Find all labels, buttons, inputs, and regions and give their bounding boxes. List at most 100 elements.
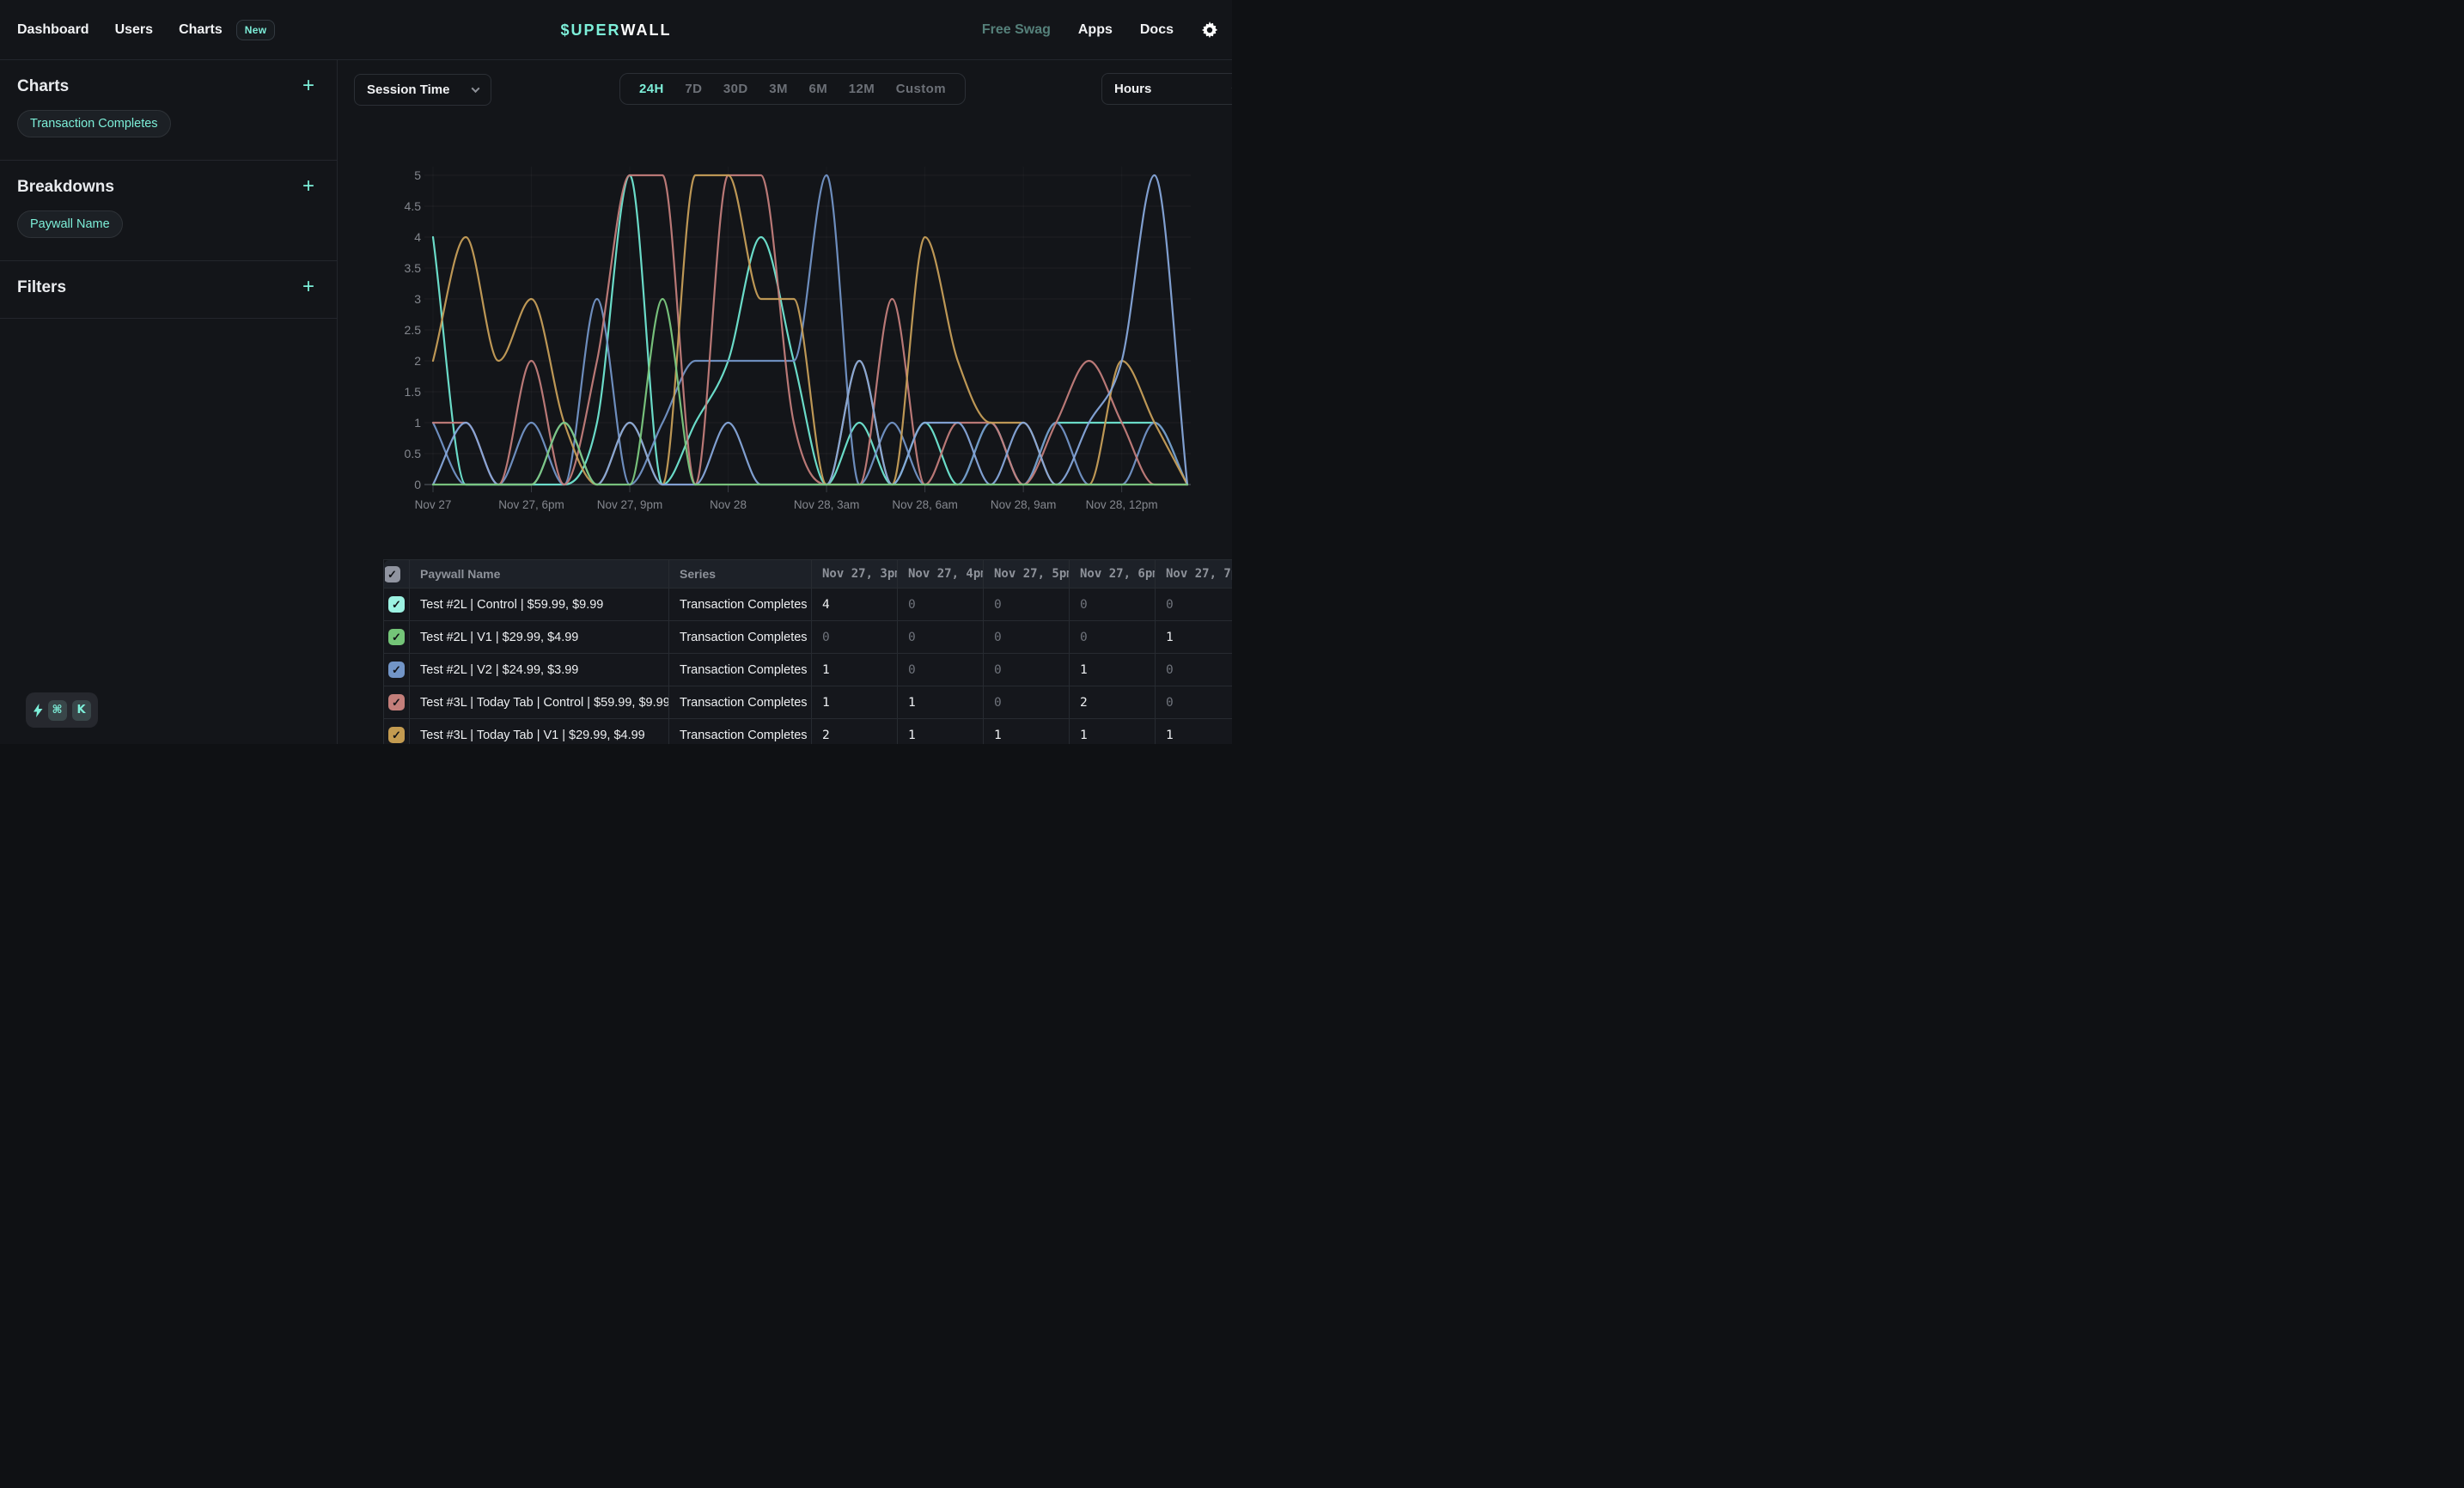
x-axis-label: Nov 28, 6am [892,498,958,511]
command-palette-widget[interactable]: ⌘ K [26,692,98,728]
value-cell: 1 [1070,719,1156,745]
row-checkbox[interactable]: ✓ [388,596,405,613]
range-tab-6m[interactable]: 6M [809,82,828,96]
series-cell: Transaction Completes [669,686,812,719]
value-cell: 1 [898,686,984,719]
value-cell: 1 [1156,719,1233,745]
table-row: ✓ Test #3L | Today Tab | Control | $59.99… [384,686,1233,719]
y-axis-label: 4.5 [405,199,422,213]
value-cell: 1 [812,654,898,686]
sidebar: Charts + Transaction Completes Breakdown… [0,60,338,744]
series-cell: Transaction Completes [669,719,812,745]
sidebar-section-breakdowns: Breakdowns + Paywall Name [0,161,337,261]
table-row: ✓ Test #2L | V1 | $29.99, $4.99Transactio… [384,621,1233,654]
value-cell: 1 [812,686,898,719]
sidebar-section-charts: Charts + Transaction Completes [0,60,337,161]
table-row: ✓ Test #2L | V2 | $24.99, $3.99Transactio… [384,654,1233,686]
range-tab-24h[interactable]: 24H [639,82,664,96]
nav-right: Free Swag Apps Docs [982,0,1218,60]
x-axis-label: Nov 27, 9pm [597,498,663,511]
y-axis-label: 3 [414,292,421,306]
breakdowns-section-title: Breakdowns [17,178,314,197]
filters-section-title: Filters [17,278,314,297]
logo-accent: $UPER [560,21,620,40]
value-cell: 0 [1156,588,1233,621]
charts-new-badge: New [236,20,276,40]
select-all-checkbox[interactable]: ✓ [384,566,400,582]
add-filter-icon[interactable]: + [302,277,314,297]
range-tab-7d[interactable]: 7D [685,82,702,96]
x-axis-label: Nov 27 [415,498,452,511]
breakdown-table: ✓Paywall NameSeriesNov 27, 3pmNov 27, 4p… [383,559,1232,744]
nav-item-docs[interactable]: Docs [1140,22,1174,38]
add-breakdown-icon[interactable]: + [302,176,314,197]
y-axis-label: 1 [414,416,421,430]
column-header: Nov 27, 3pm [812,560,898,588]
chip-transaction-completes[interactable]: Transaction Completes [17,110,171,137]
column-header: Series [669,560,812,588]
row-checkbox[interactable]: ✓ [388,629,405,645]
column-header: Nov 27, 4pm [898,560,984,588]
superwall-dashboard: Dashboard Users Charts New $UPERWALL Fre… [0,0,1232,744]
series-cell: Transaction Completes [669,621,812,654]
value-cell: 1 [1070,654,1156,686]
x-axis-label: Nov 28 [710,498,747,511]
range-tab-custom[interactable]: Custom [896,82,946,96]
y-axis-label: 0 [414,478,421,491]
table-row: ✓Test #2L | Control | $59.99, $9.99Trans… [384,588,1233,621]
y-axis-label: 1.5 [405,385,422,399]
metric-select-value: Session Time [367,82,449,97]
series-cell: Transaction Completes [669,654,812,686]
row-checkbox[interactable]: ✓ [388,694,405,710]
x-axis-label: Nov 28, 3am [794,498,860,511]
y-axis-label: 2 [414,354,421,368]
value-cell: 0 [812,621,898,654]
unit-select[interactable]: Hours [1101,73,1232,105]
series-cell: Transaction Completes [669,588,812,621]
column-header: Nov 27, 6pm [1070,560,1156,588]
settings-gear-icon[interactable] [1201,21,1218,39]
value-cell: 2 [1070,686,1156,719]
range-tab-3m[interactable]: 3M [769,82,788,96]
top-nav: Dashboard Users Charts New $UPERWALL Fre… [0,0,1232,60]
nav-item-apps[interactable]: Apps [1078,22,1113,38]
y-axis-label: 4 [414,230,421,244]
value-cell: 4 [812,588,898,621]
logo-rest: WALL [621,21,672,40]
x-axis-label: Nov 28, 9am [991,498,1057,511]
value-cell: 0 [898,621,984,654]
range-tab-12m[interactable]: 12M [849,82,875,96]
row-checkbox[interactable]: ✓ [388,662,405,678]
value-cell: 0 [898,654,984,686]
row-checkbox[interactable]: ✓ [388,727,405,743]
breakdown-table-wrap: ✓Paywall NameSeriesNov 27, 3pmNov 27, 4p… [383,559,1232,744]
value-cell: 2 [812,719,898,745]
superwall-logo[interactable]: $UPERWALL [560,0,671,60]
value-cell: 0 [984,621,1070,654]
nav-item-users[interactable]: Users [115,22,153,38]
nav-item-charts[interactable]: Charts [179,22,223,38]
nav-item-free-swag[interactable]: Free Swag [982,22,1051,38]
y-axis-label: 2.5 [405,323,422,337]
range-tab-30d[interactable]: 30D [723,82,748,96]
value-cell: 0 [898,588,984,621]
y-axis-label: 0.5 [405,447,422,460]
k-key[interactable]: K [72,700,91,721]
paywall-name-cell: Test #3L | Today Tab | Control | $59.99,… [410,686,669,719]
value-cell: 0 [1070,588,1156,621]
nav-item-dashboard[interactable]: Dashboard [17,22,89,38]
time-range-tabs: 24H 7D 30D 3M 6M 12M Custom [619,73,966,105]
value-cell: 0 [984,654,1070,686]
add-chart-icon[interactable]: + [302,76,314,96]
x-axis-label: Nov 28, 12pm [1086,498,1158,511]
sidebar-section-filters: Filters + [0,261,337,319]
column-header: Nov 27, 7pm [1156,560,1233,588]
nav-left: Dashboard Users Charts New [17,0,275,60]
command-key[interactable]: ⌘ [48,700,67,721]
chip-paywall-name[interactable]: Paywall Name [17,210,123,238]
paywall-name-cell: Test #2L | V2 | $24.99, $3.99 [410,654,669,686]
y-axis-label: 5 [414,168,421,182]
paywall-name-cell: Test #2L | V1 | $29.99, $4.99 [410,621,669,654]
lightning-icon [34,704,43,717]
metric-select[interactable]: Session Time [354,74,491,106]
